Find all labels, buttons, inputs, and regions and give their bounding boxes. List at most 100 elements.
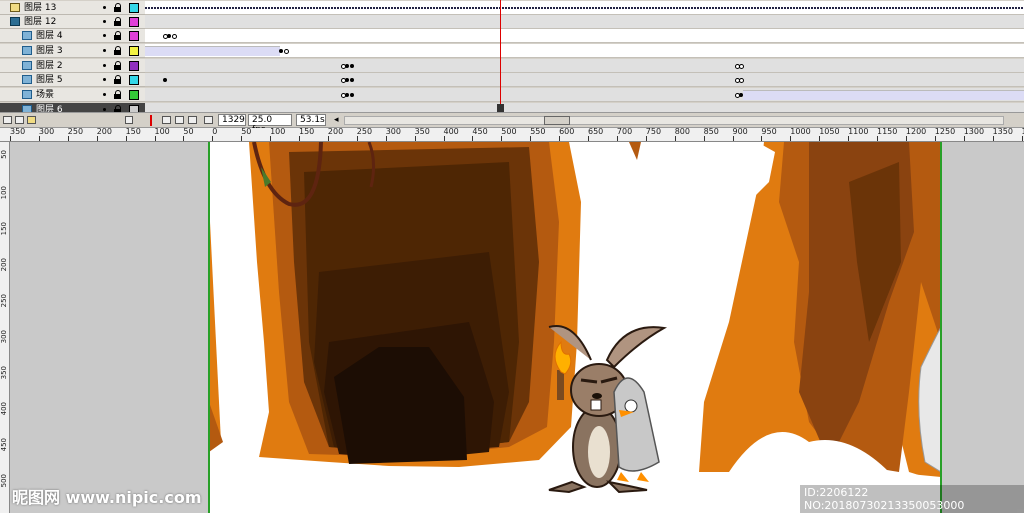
- frame-row[interactable]: [145, 44, 1024, 58]
- vruler-tick-label: 450: [0, 438, 8, 452]
- ruler-tick-label: 400: [443, 128, 459, 141]
- lock-icon[interactable]: [114, 46, 121, 55]
- vruler-tick-label: 100: [0, 186, 8, 200]
- outline-color-swatch[interactable]: [129, 75, 139, 85]
- lock-icon[interactable]: [114, 17, 121, 26]
- visibility-dot[interactable]: [103, 49, 106, 52]
- ruler-tick-label: 700: [616, 128, 633, 141]
- keyframe[interactable]: [350, 76, 355, 83]
- frame-row[interactable]: [145, 59, 1024, 73]
- ruler-tick-label: 1300: [963, 128, 985, 141]
- add-folder-icon[interactable]: [27, 116, 36, 124]
- ruler-tick-label: 0: [212, 128, 218, 141]
- lock-icon[interactable]: [114, 61, 121, 70]
- keyframe[interactable]: [284, 47, 289, 54]
- add-guide-icon[interactable]: [15, 116, 24, 124]
- layer-row[interactable]: 图层 5: [0, 73, 145, 87]
- audio-waveform: [145, 7, 1024, 9]
- current-frame-field: 1329: [218, 114, 246, 126]
- outline-color-swatch[interactable]: [129, 3, 139, 13]
- ruler-tick-label: 650: [588, 128, 604, 141]
- keyframe[interactable]: [350, 91, 355, 98]
- playhead[interactable]: [500, 0, 501, 112]
- ruler-tick-label: 50: [183, 128, 194, 141]
- keyframe[interactable]: [739, 91, 744, 98]
- watermark-id: ID:2206122 NO:20180730213350053000: [800, 485, 1024, 513]
- visibility-dot[interactable]: [103, 6, 106, 9]
- add-layer-icon[interactable]: [3, 116, 12, 124]
- layer-name: 图层 5: [36, 75, 63, 85]
- outline-color-swatch[interactable]: [129, 46, 139, 56]
- timeline-scroll-thumb[interactable]: [544, 116, 570, 125]
- keyframe[interactable]: [163, 76, 168, 83]
- frame-row[interactable]: [145, 73, 1024, 87]
- layer-row[interactable]: 图层 2: [0, 59, 145, 73]
- motion-tween[interactable]: [145, 46, 280, 56]
- motion-tween[interactable]: [743, 90, 1024, 100]
- visibility-dot[interactable]: [103, 78, 106, 81]
- ruler-tick-label: 100: [154, 128, 170, 141]
- trash-icon[interactable]: [125, 116, 133, 124]
- layer-icon: [22, 90, 32, 99]
- visibility-dot[interactable]: [103, 108, 106, 111]
- lock-icon[interactable]: [114, 3, 121, 12]
- playhead-handle[interactable]: [497, 104, 504, 112]
- onion-outline-icon[interactable]: [175, 116, 184, 124]
- outline-color-swatch[interactable]: [129, 17, 139, 27]
- outline-color-swatch[interactable]: [129, 31, 139, 41]
- ruler-tick-label: 250: [67, 128, 84, 141]
- onion-skin-icon[interactable]: [162, 116, 171, 124]
- layer-name: 图层 2: [36, 61, 63, 71]
- keyframe[interactable]: [172, 32, 177, 39]
- onion-markers-icon[interactable]: [204, 116, 213, 124]
- frame-row[interactable]: [145, 88, 1024, 102]
- scroll-left-icon[interactable]: ◂: [334, 115, 339, 125]
- frame-row[interactable]: [145, 15, 1024, 29]
- vruler-tick-label: 500: [0, 474, 8, 488]
- timeline-scrollbar[interactable]: [344, 116, 1004, 125]
- keyframe[interactable]: [739, 62, 744, 69]
- keyframe[interactable]: [739, 76, 744, 83]
- stage-right-edge: [940, 142, 942, 513]
- visibility-dot[interactable]: [103, 34, 106, 37]
- center-frame-icon[interactable]: [150, 115, 152, 126]
- lock-icon[interactable]: [114, 31, 121, 40]
- layer-row[interactable]: 场景: [0, 88, 145, 102]
- ruler-tick-label: 1100: [848, 128, 869, 141]
- layer-row[interactable]: 图层 3: [0, 44, 145, 58]
- vruler-tick-label: 200: [0, 258, 8, 272]
- ruler-tick-label: 1000: [790, 128, 811, 141]
- ruler-tick-label: 200: [327, 128, 344, 141]
- outline-color-swatch[interactable]: [129, 90, 139, 100]
- visibility-dot[interactable]: [103, 93, 106, 96]
- layer-row[interactable]: 图层 12: [0, 15, 145, 29]
- frame-row[interactable]: [145, 29, 1024, 43]
- ruler-tick-label: 50: [241, 128, 252, 141]
- keyframe[interactable]: [350, 62, 355, 69]
- layer-row[interactable]: 图层 13: [0, 1, 145, 15]
- ruler-tick-label: 150: [299, 128, 315, 141]
- watermark-site: 昵图网 www.nipic.com: [12, 488, 202, 507]
- ruler-tick-label: 1150: [877, 128, 898, 141]
- layer-icon: [22, 46, 32, 55]
- layer-name: 图层 13: [24, 3, 57, 13]
- ruler-tick-label: 300: [38, 128, 55, 141]
- ruler-tick-label: 450: [472, 128, 488, 141]
- visibility-dot[interactable]: [103, 20, 106, 23]
- layer-icon: [22, 31, 32, 40]
- layer-row[interactable]: 图层 4: [0, 29, 145, 43]
- ruler-tick-label: 350: [414, 128, 430, 141]
- lock-icon[interactable]: [114, 90, 121, 99]
- ruler-tick-label: 1250: [934, 128, 956, 141]
- outline-color-swatch[interactable]: [129, 61, 139, 71]
- frame-row[interactable]: [145, 1, 1024, 15]
- horizontal-ruler: 350 300 250 200 150 100 50 0 50 100 150 200 250 300 35…: [0, 128, 1024, 142]
- ruler-tick-label: 550: [530, 128, 546, 141]
- ruler-tick-label: 850: [703, 128, 719, 141]
- visibility-dot[interactable]: [103, 64, 106, 67]
- edit-multiple-icon[interactable]: [188, 116, 197, 124]
- layer-name: 图层 3: [36, 46, 63, 56]
- lock-icon[interactable]: [114, 75, 121, 84]
- stage-canvas[interactable]: [209, 142, 941, 513]
- vertical-ruler: 50 100 150 200 250 300 350 400 450 500: [0, 142, 10, 513]
